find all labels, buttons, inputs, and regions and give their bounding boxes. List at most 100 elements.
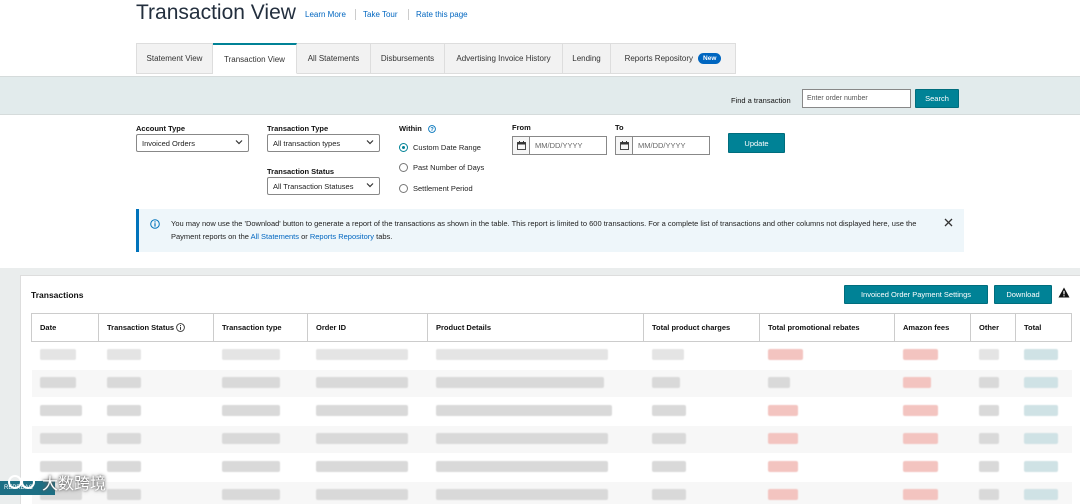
transactions-panel: Transactions Invoiced Order Payment Sett… bbox=[20, 275, 1080, 504]
reports-repository-link[interactable]: Reports Repository bbox=[310, 232, 374, 241]
warning-icon bbox=[1058, 287, 1070, 298]
table-row[interactable] bbox=[31, 453, 1072, 482]
column-header[interactable]: Date bbox=[31, 313, 99, 342]
tab-statement-view[interactable]: Statement View bbox=[136, 43, 213, 74]
tab-transaction-view[interactable]: Transaction View bbox=[213, 43, 297, 74]
from-label: From bbox=[512, 123, 531, 132]
redacted-cell bbox=[767, 432, 798, 444]
redacted-cell bbox=[435, 376, 604, 388]
find-transaction-bar: Find a transaction Enter order number Se… bbox=[0, 76, 1080, 115]
redacted-cell bbox=[767, 488, 798, 500]
within-label-text: Within bbox=[399, 124, 422, 133]
calendar-icon[interactable] bbox=[616, 137, 633, 154]
table-header-row: Date Transaction Status Transaction type… bbox=[31, 313, 1072, 342]
redacted-cell bbox=[315, 348, 408, 360]
column-header[interactable]: Total bbox=[1015, 313, 1072, 342]
redacted-cell bbox=[902, 488, 938, 500]
column-header[interactable]: Amazon fees bbox=[894, 313, 971, 342]
radio-past-number-of-days[interactable]: Past Number of Days bbox=[399, 163, 484, 172]
redacted-cell bbox=[39, 376, 76, 388]
close-icon[interactable] bbox=[944, 218, 953, 227]
redacted-cell bbox=[1023, 488, 1058, 500]
table-row[interactable] bbox=[31, 341, 1072, 370]
take-tour-link[interactable]: Take Tour bbox=[363, 10, 398, 19]
radio-custom-date-range[interactable]: Custom Date Range bbox=[399, 143, 481, 152]
update-button[interactable]: Update bbox=[728, 133, 785, 153]
search-button[interactable]: Search bbox=[915, 89, 959, 108]
to-date-input[interactable]: MM/DD/YYYY bbox=[615, 136, 710, 155]
redacted-cell bbox=[39, 432, 82, 444]
watermark: 大数跨境 bbox=[6, 470, 106, 494]
redacted-cell bbox=[315, 376, 408, 388]
redacted-cell bbox=[106, 432, 141, 444]
tab-lending[interactable]: Lending bbox=[563, 43, 611, 74]
tab-reports-repository[interactable]: Reports Repository New bbox=[611, 43, 736, 74]
redacted-cell bbox=[221, 460, 280, 472]
redacted-cell bbox=[978, 404, 999, 416]
transaction-type-select[interactable]: All transaction types bbox=[267, 134, 380, 152]
tab-label: Reports Repository bbox=[624, 54, 694, 63]
payment-settings-button[interactable]: Invoiced Order Payment Settings bbox=[844, 285, 988, 304]
tab-disbursements[interactable]: Disbursements bbox=[371, 43, 445, 74]
all-statements-link[interactable]: All Statements bbox=[251, 232, 299, 241]
column-header[interactable]: Transaction Status bbox=[98, 313, 214, 342]
redacted-cell bbox=[1023, 460, 1058, 472]
alert-text: tabs. bbox=[374, 231, 393, 241]
watermark-text: 大数跨境 bbox=[42, 476, 107, 493]
redacted-cell bbox=[978, 432, 999, 444]
from-date-input[interactable]: MM/DD/YYYY bbox=[512, 136, 607, 155]
to-label: To bbox=[615, 123, 624, 132]
alert-text: or bbox=[299, 231, 310, 241]
redacted-cell bbox=[978, 376, 999, 388]
calendar-icon[interactable] bbox=[513, 137, 530, 154]
radio-settlement-period[interactable]: Settlement Period bbox=[399, 184, 473, 193]
radio-label: Past Number of Days bbox=[413, 163, 485, 172]
redacted-cell bbox=[902, 432, 938, 444]
help-icon[interactable]: ? bbox=[428, 125, 436, 133]
redacted-cell bbox=[651, 488, 686, 500]
redacted-cell bbox=[651, 404, 686, 416]
page-header: Transaction View Learn More Take Tour Ra… bbox=[0, 0, 1080, 76]
to-date-placeholder: MM/DD/YYYY bbox=[638, 141, 686, 150]
account-type-select[interactable]: Invoiced Orders bbox=[136, 134, 249, 152]
redacted-cell bbox=[435, 432, 608, 444]
transaction-status-value: All Transaction Statuses bbox=[273, 182, 354, 191]
chevron-down-icon bbox=[366, 140, 374, 145]
link-divider bbox=[408, 9, 409, 20]
transactions-title: Transactions bbox=[31, 290, 84, 300]
redacted-cell bbox=[221, 348, 280, 360]
info-icon[interactable] bbox=[176, 323, 186, 333]
table-row[interactable] bbox=[31, 369, 1072, 398]
tab-all-statements[interactable]: All Statements bbox=[297, 43, 371, 74]
order-number-input[interactable]: Enter order number bbox=[802, 89, 911, 108]
table-row[interactable] bbox=[31, 425, 1072, 454]
redacted-cell bbox=[315, 488, 408, 500]
redacted-cell bbox=[651, 376, 680, 388]
transaction-status-select[interactable]: All Transaction Statuses bbox=[267, 177, 380, 195]
redacted-cell bbox=[435, 488, 608, 500]
new-badge: New bbox=[698, 53, 722, 64]
column-header[interactable]: Total promotional rebates bbox=[759, 313, 895, 342]
download-button[interactable]: Download bbox=[994, 285, 1052, 304]
column-header[interactable]: Product Details bbox=[427, 313, 644, 342]
redacted-cell bbox=[106, 376, 141, 388]
radio-label: Custom Date Range bbox=[413, 143, 481, 152]
table-row[interactable] bbox=[31, 397, 1072, 426]
redacted-cell bbox=[902, 348, 938, 360]
column-header[interactable]: Order ID bbox=[307, 313, 428, 342]
rate-page-link[interactable]: Rate this page bbox=[416, 10, 468, 19]
column-header[interactable]: Transaction type bbox=[213, 313, 308, 342]
filter-panel: Account Type Invoiced Orders Transaction… bbox=[0, 115, 1080, 268]
from-date-placeholder: MM/DD/YYYY bbox=[535, 141, 583, 150]
redacted-cell bbox=[651, 460, 686, 472]
table-row[interactable] bbox=[31, 481, 1072, 504]
learn-more-link[interactable]: Learn More bbox=[305, 10, 346, 19]
redacted-cell bbox=[767, 376, 790, 388]
tab-advertising-invoice-history[interactable]: Advertising Invoice History bbox=[445, 43, 563, 74]
radio-unselected-icon bbox=[399, 163, 408, 172]
redacted-cell bbox=[315, 404, 408, 416]
column-header[interactable]: Other bbox=[970, 313, 1016, 342]
column-header[interactable]: Total product charges bbox=[643, 313, 760, 342]
alert-message: You may now use the 'Download' button to… bbox=[171, 218, 941, 243]
redacted-cell bbox=[106, 488, 141, 500]
